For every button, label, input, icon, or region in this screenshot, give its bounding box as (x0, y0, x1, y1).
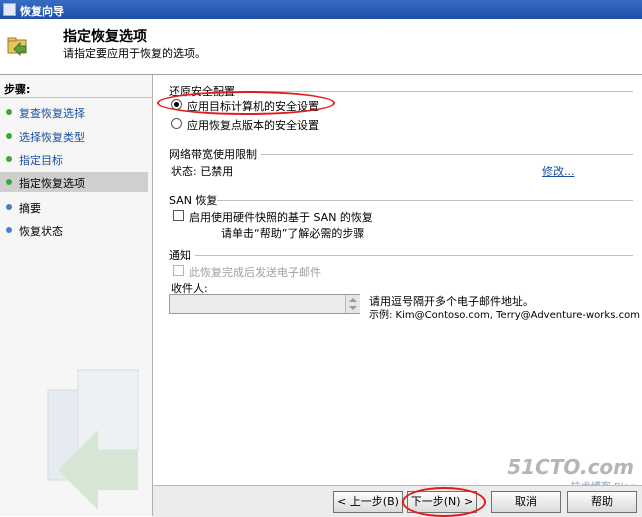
group-divider (241, 91, 633, 92)
group-divider (195, 255, 633, 256)
email-checkbox[interactable] (173, 265, 184, 276)
group-divider (261, 154, 633, 155)
sidebar-step-recovery-type[interactable]: 选择恢复类型 (0, 126, 148, 146)
app-icon (3, 3, 16, 16)
help-button[interactable]: 帮助 (567, 491, 637, 513)
san-checkbox-label[interactable]: 启用使用硬件快照的基于 SAN 的恢复 (189, 209, 373, 225)
wizard-button-bar: < 上一步(B) 下一步(N) > 取消 帮助 (153, 485, 642, 517)
steps-divider (0, 97, 152, 98)
sidebar-step-summary: 摘要 (0, 197, 148, 217)
radio-recovery-point-label[interactable]: 应用恢复点版本的安全设置 (187, 117, 319, 133)
bandwidth-group-title: 网络带宽使用限制 (169, 148, 257, 161)
recipients-hint-2: 示例: Kim@Contoso.com, Terry@Adventure-wor… (369, 310, 640, 321)
page-title: 指定恢复选项 (63, 29, 147, 45)
step-done-bullet-icon (6, 109, 12, 115)
window-title-bar: 恢复向导 (0, 0, 642, 19)
wizard-header: 指定恢复选项 请指定要应用于恢复的选项。 (0, 19, 642, 75)
san-group-title: SAN 恢复 (169, 194, 218, 207)
sidebar-step-target[interactable]: 指定目标 (0, 149, 148, 169)
radio-recovery-point-security[interactable] (171, 118, 182, 129)
cancel-button[interactable]: 取消 (491, 491, 561, 513)
sidebar-step-status: 恢复状态 (0, 220, 148, 240)
wizard-decorative-icon (47, 369, 139, 510)
page-subtitle: 请指定要应用于恢复的选项。 (63, 47, 206, 60)
recipients-input[interactable] (169, 294, 360, 314)
san-checkbox[interactable] (173, 210, 184, 221)
bandwidth-status: 状态: 已禁用 (171, 165, 234, 178)
window-title: 恢复向导 (20, 5, 64, 18)
sidebar-step-options[interactable]: 指定恢复选项 (0, 172, 148, 192)
recipients-scrollbar[interactable] (345, 295, 360, 313)
sidebar-step-review[interactable]: 复查恢复选择 (0, 102, 148, 122)
scroll-up-arrow-icon[interactable] (349, 298, 357, 302)
scroll-down-arrow-icon[interactable] (349, 306, 357, 310)
bandwidth-modify-link[interactable]: 修改... (542, 163, 575, 179)
notification-group-title: 通知 (169, 249, 191, 262)
watermark-logo: 51CTO.com (507, 455, 634, 479)
step-pending-bullet-icon (6, 204, 12, 210)
steps-title: 步骤: (4, 83, 31, 96)
back-button[interactable]: < 上一步(B) (333, 491, 403, 513)
san-help-text: 请单击“帮助”了解必需的步骤 (221, 227, 365, 240)
email-checkbox-label: 此恢复完成后发送电子邮件 (189, 266, 321, 279)
steps-sidebar: 步骤: 复查恢复选择 选择恢复类型 指定目标 指定恢复选项 摘要 恢复状态 (0, 75, 153, 516)
annotation-ellipse (157, 91, 335, 115)
step-pending-bullet-icon (6, 227, 12, 233)
step-current-bullet-icon (6, 179, 12, 185)
folder-restore-icon (7, 37, 27, 56)
step-done-bullet-icon (6, 156, 12, 162)
group-divider (217, 200, 633, 201)
annotation-ellipse (402, 487, 486, 517)
options-panel: 还原安全配置 应用目标计算机的安全设置 应用恢复点版本的安全设置 网络带宽使用限… (153, 75, 642, 485)
step-done-bullet-icon (6, 133, 12, 139)
